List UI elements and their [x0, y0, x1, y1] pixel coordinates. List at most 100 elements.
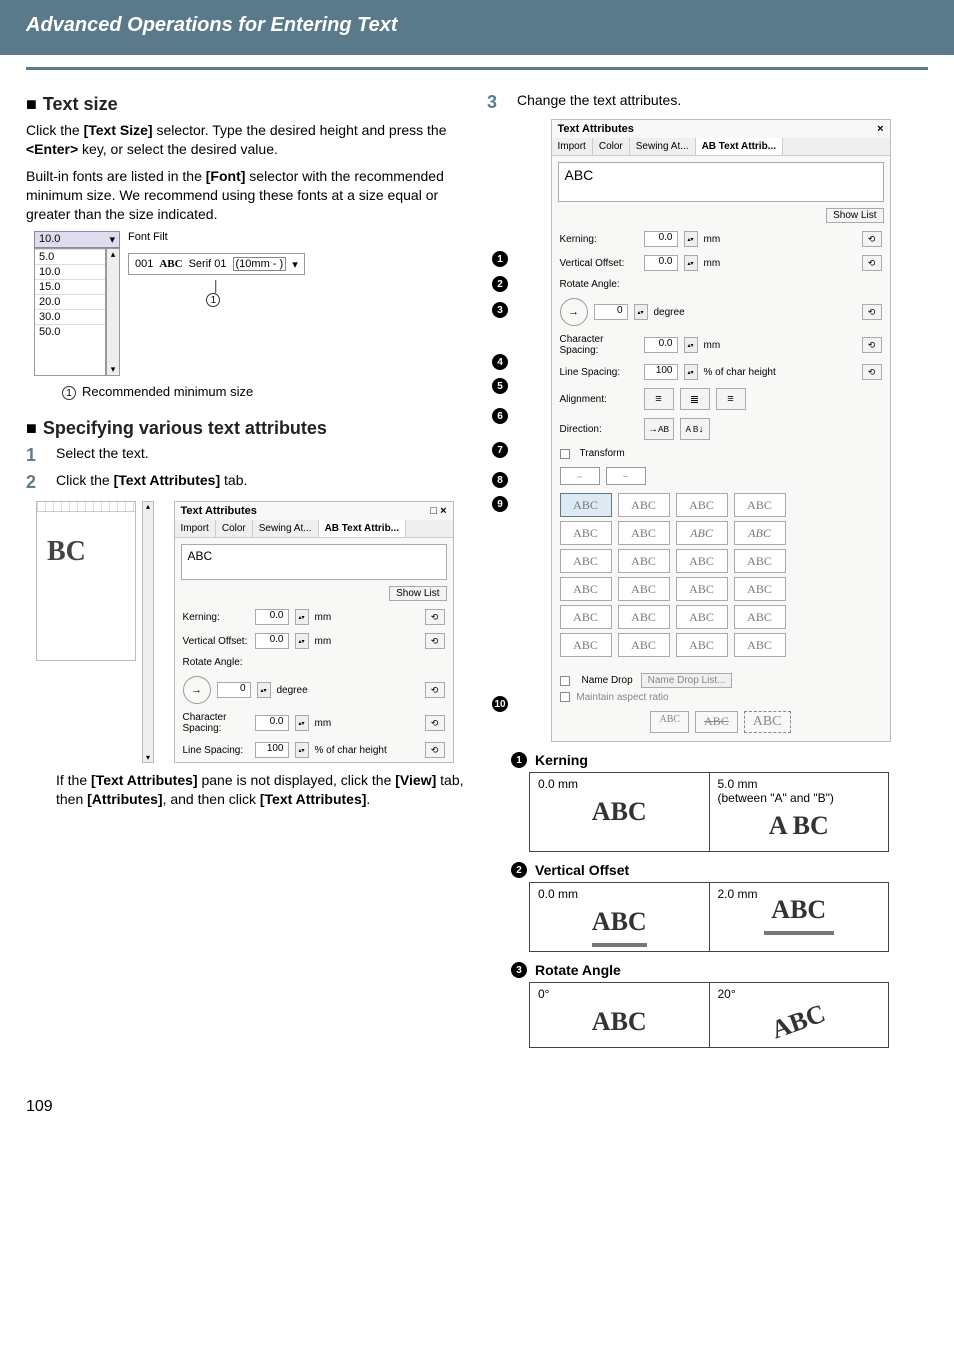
kerning-unit: mm: [704, 234, 721, 245]
note-min-size: 1Recommended minimum size: [62, 384, 467, 400]
size-dropdown-current[interactable]: 10.0▾: [34, 231, 120, 248]
linespacing-label: Line Spacing:: [560, 367, 638, 378]
cmp-rotate-table: 0° ABC 20° ABC: [529, 982, 889, 1048]
name-drop-list-button[interactable]: Name Drop List...: [641, 673, 733, 688]
transform-cell[interactable]: ABC: [560, 549, 612, 573]
transform-cell[interactable]: ABC: [560, 577, 612, 601]
size-dropdown-list[interactable]: 5.0 10.0 15.0 20.0 30.0 50.0: [35, 249, 105, 339]
transform-cell[interactable]: ABC: [734, 577, 786, 601]
voffset-label: Vertical Offset:: [560, 258, 638, 269]
panel-thumbnail: BC ▴▾ Text Attributes□ × Import Color Se…: [36, 501, 467, 763]
tab-color[interactable]: Color: [593, 138, 630, 155]
cmp-kerning-title: Kerning: [535, 752, 588, 768]
transform-checkbox[interactable]: [560, 449, 570, 459]
linespacing-reset[interactable]: ⟲: [862, 364, 882, 380]
align-left-button[interactable]: ≡: [644, 388, 674, 410]
transform-cell[interactable]: ABC: [734, 521, 786, 545]
transform-cell[interactable]: ABC: [618, 577, 670, 601]
transform-cell[interactable]: ABC: [618, 605, 670, 629]
step-3-number: 3: [487, 92, 503, 113]
transform-cell[interactable]: ABC: [618, 521, 670, 545]
tab-text-attrib[interactable]: AB Text Attrib...: [696, 138, 783, 155]
step-2-number: 2: [26, 472, 42, 493]
transform-cell[interactable]: ABC: [676, 549, 728, 573]
transform-cell[interactable]: ABC: [560, 521, 612, 545]
size-chip-small[interactable]: ABC: [650, 711, 689, 733]
rotate-input[interactable]: 0: [594, 304, 628, 320]
align-center-button[interactable]: ≣: [680, 388, 710, 410]
scrollbar[interactable]: ▴▾: [106, 248, 120, 376]
transform-cell[interactable]: ABC: [734, 549, 786, 573]
voffset-reset[interactable]: ⟲: [862, 255, 882, 271]
direction-vertical-button[interactable]: A B↓: [680, 418, 710, 440]
transform-cell[interactable]: ABC: [734, 633, 786, 657]
direction-horizontal-button[interactable]: →AB: [644, 418, 674, 440]
step-1-number: 1: [26, 445, 42, 466]
charspacing-reset[interactable]: ⟲: [862, 337, 882, 353]
transform-cell[interactable]: ABC: [618, 493, 670, 517]
cmp-voffset-title: Vertical Offset: [535, 862, 629, 878]
transform-cell[interactable]: ABC: [676, 577, 728, 601]
transform-cell[interactable]: ABC: [560, 633, 612, 657]
arc-up-button[interactable]: ⌢: [560, 467, 600, 485]
header-divider: [26, 67, 928, 70]
rotate-dial[interactable]: →: [560, 298, 588, 326]
size-dropdown-figure: 10.0▾ 5.0 10.0 15.0 20.0 30.0 50.0 ▴▾: [34, 231, 467, 376]
transform-cell[interactable]: ABC: [676, 521, 728, 545]
preview-text[interactable]: ABC: [558, 162, 884, 202]
callout-rotate-icon: 3: [511, 962, 527, 978]
callout-6: 6: [492, 408, 508, 424]
chevron-down-icon: ▾: [109, 233, 115, 246]
callout-4: 4: [492, 354, 508, 370]
callout-1: 1: [492, 251, 508, 267]
kerning-input[interactable]: 0.0: [644, 231, 678, 247]
kerning-reset[interactable]: ⟲: [862, 231, 882, 247]
step-1-text: Select the text.: [56, 445, 467, 461]
callout-5: 5: [492, 378, 508, 394]
size-chip-mid[interactable]: ABC: [695, 711, 738, 733]
rotate-stepper[interactable]: ▴▾: [634, 304, 648, 320]
transform-cell[interactable]: ABC: [676, 633, 728, 657]
circled-1-icon: 1: [62, 386, 76, 400]
rotate-reset[interactable]: ⟲: [862, 304, 882, 320]
callout-10: 10: [492, 696, 508, 712]
transform-cell[interactable]: ABC: [734, 493, 786, 517]
transform-cell[interactable]: ABC: [560, 605, 612, 629]
kerning-stepper[interactable]: ▴▾: [684, 231, 698, 247]
transform-label: Transform: [580, 448, 625, 459]
voffset-input[interactable]: 0.0: [644, 255, 678, 271]
transform-cell[interactable]: ABC: [560, 493, 612, 517]
transform-grid: ABC ABC ABC ABC ABC ABC ABC ABC ABC ABC: [552, 489, 890, 669]
transform-cell[interactable]: ABC: [676, 493, 728, 517]
linespacing-input[interactable]: 100: [644, 364, 678, 380]
transform-cell[interactable]: ABC: [618, 549, 670, 573]
charspacing-stepper[interactable]: ▴▾: [684, 337, 698, 353]
font-chip[interactable]: 001 ABC Serif 01 (10mm - ) ▾: [128, 253, 305, 275]
cmp-kerning-table: 0.0 mm ABC 5.0 mm (between "A" and "B") …: [529, 772, 889, 852]
arc-down-button[interactable]: ⌣: [606, 467, 646, 485]
transform-cell[interactable]: ABC: [734, 605, 786, 629]
text-attributes-panel: Text Attributes × Import Color Sewing At…: [551, 119, 891, 742]
step-3-text: Change the text attributes.: [517, 92, 928, 108]
align-right-button[interactable]: ≡: [716, 388, 746, 410]
size-chip-large[interactable]: ABC: [744, 711, 791, 733]
page-number: 109: [26, 1098, 928, 1116]
aspect-checkbox[interactable]: [560, 692, 570, 702]
callout-2: 2: [492, 276, 508, 292]
transform-cell[interactable]: ABC: [676, 605, 728, 629]
show-list-button[interactable]: Show List: [826, 208, 883, 223]
charspacing-unit: mm: [704, 340, 721, 351]
tab-import[interactable]: Import: [552, 138, 593, 155]
callout-8: 8: [492, 472, 508, 488]
close-icon[interactable]: ×: [877, 123, 883, 135]
transform-cell[interactable]: ABC: [618, 633, 670, 657]
charspacing-input[interactable]: 0.0: [644, 337, 678, 353]
linespacing-stepper[interactable]: ▴▾: [684, 364, 698, 380]
font-filter-label: Font Filt: [128, 231, 305, 243]
voffset-stepper[interactable]: ▴▾: [684, 255, 698, 271]
chevron-down-icon: ▾: [292, 258, 298, 271]
text-size-p1: Click the [Text Size] selector. Type the…: [26, 121, 467, 159]
callout-kerning-icon: 1: [511, 752, 527, 768]
tab-sewing-at[interactable]: Sewing At...: [630, 138, 696, 155]
name-drop-checkbox[interactable]: [560, 676, 570, 686]
